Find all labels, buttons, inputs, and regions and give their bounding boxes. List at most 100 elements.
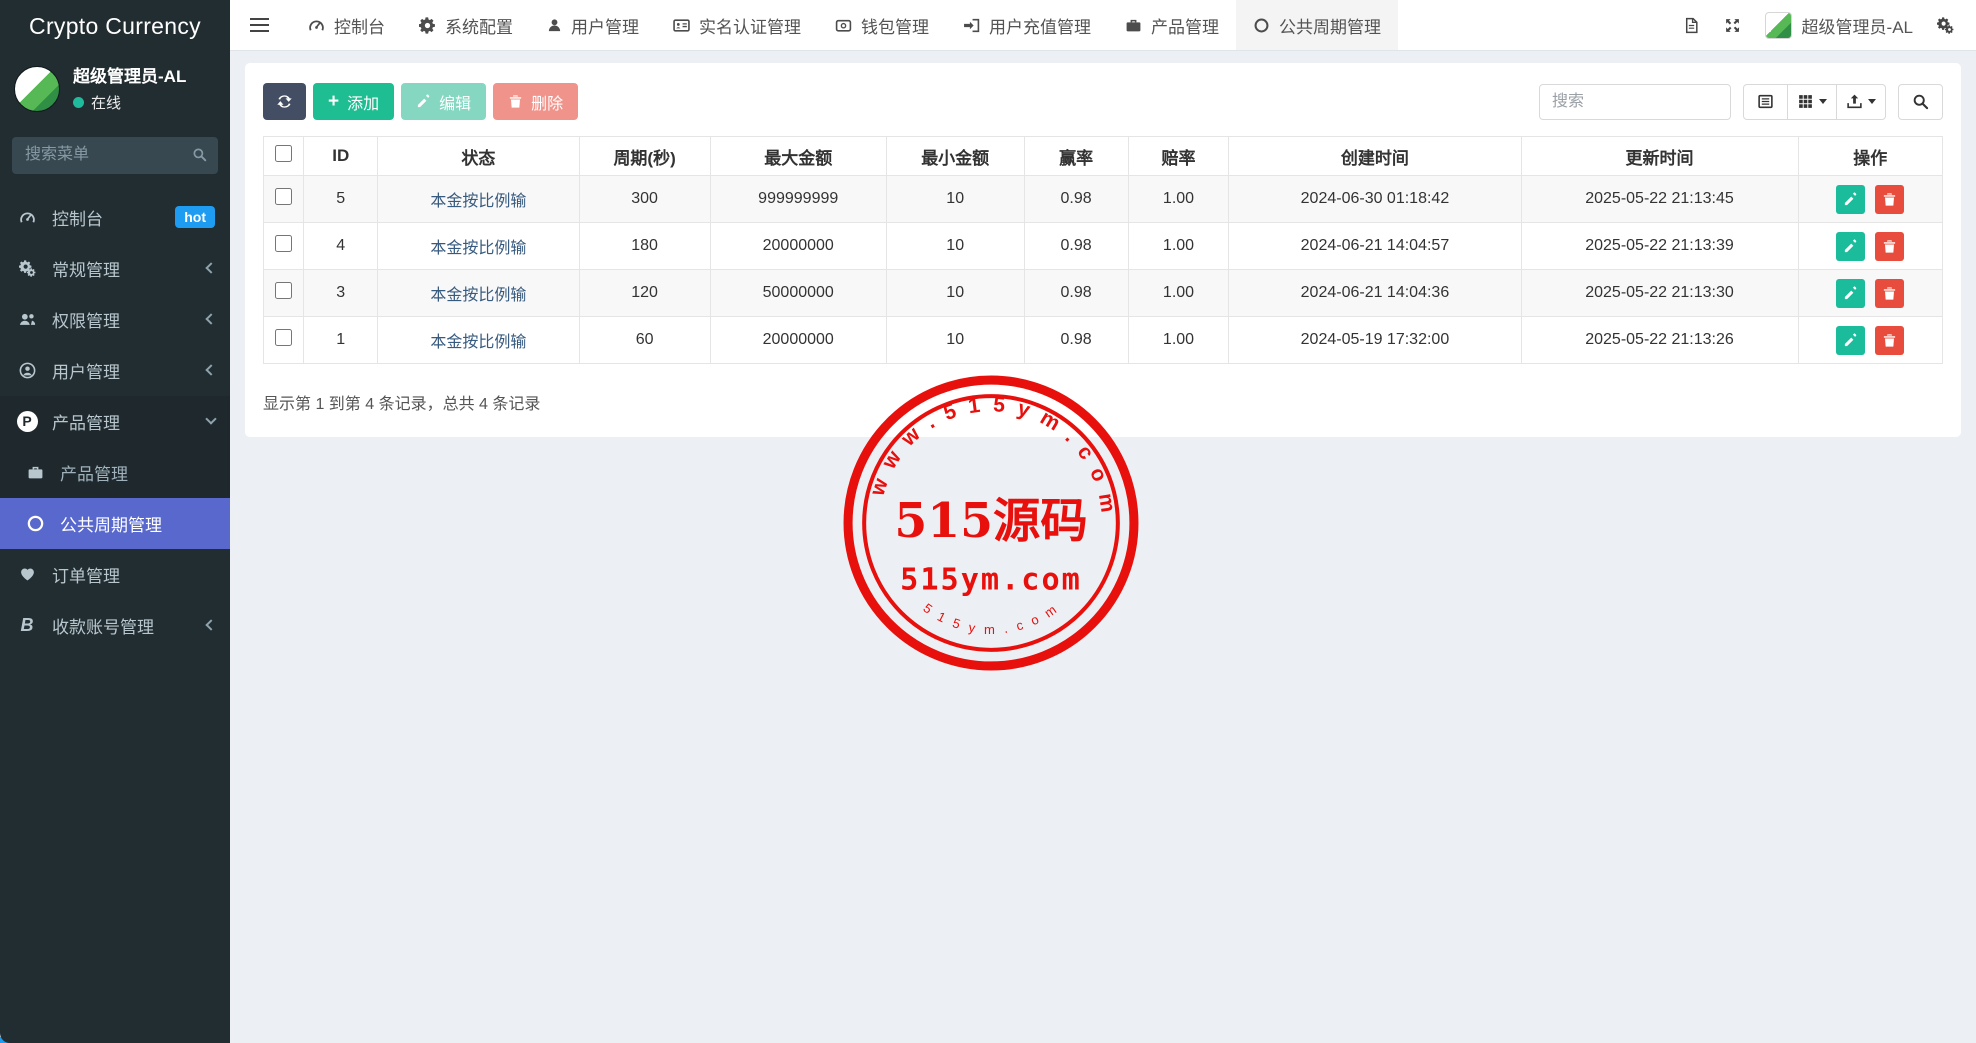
col-header-status: 状态 bbox=[377, 136, 580, 176]
status-label: 本金按比例输 bbox=[377, 175, 580, 223]
cogs-icon bbox=[15, 260, 39, 277]
edit-button[interactable]: 编辑 bbox=[401, 83, 487, 120]
columns-button[interactable] bbox=[1788, 83, 1837, 120]
delete-button[interactable]: 删除 bbox=[493, 83, 579, 120]
tab-public-cycle[interactable]: 公共周期管理 bbox=[1236, 0, 1398, 50]
trash-icon bbox=[1882, 333, 1897, 348]
user-panel: 超级管理员-AL 在线 bbox=[0, 52, 230, 123]
sidebar-item-general[interactable]: 常规管理 bbox=[0, 243, 230, 294]
wallet-icon bbox=[835, 17, 852, 34]
cycle-table: ID 状态 周期(秒) 最大金额 最小金额 赢率 赔率 创建时间 更新时间 操作 bbox=[262, 136, 1944, 364]
sidebar-search bbox=[12, 136, 218, 174]
row-checkbox[interactable] bbox=[275, 282, 293, 299]
export-button[interactable] bbox=[1837, 83, 1886, 120]
pagination-toggle-button[interactable] bbox=[1743, 83, 1788, 120]
col-header-updated: 更新时间 bbox=[1520, 136, 1799, 176]
fullscreen-button[interactable] bbox=[1724, 17, 1741, 34]
sidebar-item-users[interactable]: 用户管理 bbox=[0, 345, 230, 396]
toolbar-right bbox=[1539, 83, 1943, 120]
circle-icon bbox=[23, 514, 47, 533]
sidebar: Crypto Currency 超级管理员-AL 在线 控制台 hot 常规管理… bbox=[0, 0, 230, 1043]
user-menu[interactable]: 超级管理员-AL bbox=[1764, 11, 1913, 39]
briefcase-icon bbox=[1125, 17, 1142, 34]
cogs-icon bbox=[1937, 17, 1954, 34]
chevron-left-icon bbox=[205, 262, 217, 275]
tab-wallet[interactable]: 钱包管理 bbox=[818, 0, 946, 50]
stamp-center-text: 515源码 bbox=[894, 494, 1087, 549]
navbar-right: 超级管理员-AL bbox=[1683, 0, 1976, 50]
menu-search-input[interactable] bbox=[12, 136, 218, 174]
col-header-select bbox=[262, 136, 305, 176]
row-delete-button[interactable] bbox=[1875, 278, 1905, 308]
dashboard-icon bbox=[308, 17, 325, 34]
stamp-domain-text: 515ym.com bbox=[900, 562, 1082, 597]
pencil-icon bbox=[1843, 239, 1858, 254]
sidebar-item-payment-accounts[interactable]: B 收款账号管理 bbox=[0, 600, 230, 651]
row-checkbox[interactable] bbox=[275, 188, 293, 205]
settings-button[interactable] bbox=[1937, 17, 1954, 34]
pencil-icon bbox=[1843, 192, 1858, 207]
sidebar-item-dashboard[interactable]: 控制台 hot bbox=[0, 192, 230, 243]
tab-dashboard[interactable]: 控制台 bbox=[291, 0, 402, 50]
row-checkbox[interactable] bbox=[275, 329, 293, 346]
chevron-left-icon bbox=[205, 364, 217, 377]
col-header-odds: 赔率 bbox=[1127, 136, 1230, 176]
sidebar-subitem-public-cycle[interactable]: 公共周期管理 bbox=[0, 497, 230, 549]
add-button[interactable]: + 添加 bbox=[313, 83, 395, 120]
sidebar-item-orders[interactable]: 订单管理 bbox=[0, 549, 230, 600]
clear-cache-button[interactable] bbox=[1683, 17, 1700, 34]
col-header-win: 赢率 bbox=[1023, 136, 1129, 176]
table-search-input[interactable] bbox=[1539, 83, 1731, 120]
row-edit-button[interactable] bbox=[1836, 278, 1866, 308]
tab-user-management[interactable]: 用户管理 bbox=[530, 0, 656, 50]
row-checkbox[interactable] bbox=[275, 235, 293, 252]
table-row: 1 本金按比例输 60 20000000 10 0.98 1.00 2024-0… bbox=[262, 316, 1944, 364]
user-status: 在线 bbox=[73, 92, 186, 113]
table-view-controls bbox=[1743, 83, 1886, 120]
app-logo[interactable]: Crypto Currency bbox=[0, 0, 230, 52]
refresh-button[interactable] bbox=[263, 83, 306, 120]
circle-icon bbox=[1253, 17, 1270, 34]
col-header-min: 最小金额 bbox=[885, 136, 1025, 176]
search-button[interactable] bbox=[1898, 83, 1943, 120]
sidebar-item-products[interactable]: P 产品管理 bbox=[0, 396, 230, 447]
sidebar-subitem-products[interactable]: 产品管理 bbox=[0, 447, 230, 498]
product-p-icon: P bbox=[15, 410, 39, 432]
hamburger-icon bbox=[250, 18, 269, 31]
briefcase-icon bbox=[23, 464, 47, 481]
tab-user-recharge[interactable]: 用户充值管理 bbox=[946, 0, 1108, 50]
status-label: 本金按比例输 bbox=[377, 316, 580, 364]
table-toolbar: + 添加 编辑 删除 bbox=[263, 83, 1943, 120]
caret-down-icon bbox=[1819, 99, 1827, 104]
user-name: 超级管理员-AL bbox=[73, 67, 187, 86]
dashboard-icon bbox=[15, 209, 39, 226]
row-delete-button[interactable] bbox=[1875, 231, 1905, 261]
col-header-actions: 操作 bbox=[1797, 136, 1944, 176]
table-header-row: ID 状态 周期(秒) 最大金额 最小金额 赢率 赔率 创建时间 更新时间 操作 bbox=[262, 136, 1944, 176]
chevron-left-icon bbox=[205, 619, 217, 632]
row-edit-button[interactable] bbox=[1836, 231, 1866, 261]
col-header-max: 最大金额 bbox=[709, 136, 887, 176]
sidebar-toggle-button[interactable] bbox=[230, 0, 291, 50]
search-icon[interactable] bbox=[192, 147, 207, 162]
tab-realname-auth[interactable]: 实名认证管理 bbox=[656, 0, 818, 50]
trash-icon bbox=[1882, 286, 1897, 301]
row-edit-button[interactable] bbox=[1836, 325, 1866, 355]
trash-icon bbox=[1882, 192, 1897, 207]
avatar bbox=[14, 66, 60, 113]
sidebar-item-permissions[interactable]: 权限管理 bbox=[0, 294, 230, 345]
select-all-checkbox[interactable] bbox=[275, 145, 293, 162]
table-row: 3 本金按比例输 120 50000000 10 0.98 1.00 2024-… bbox=[262, 269, 1944, 317]
tab-products[interactable]: 产品管理 bbox=[1108, 0, 1236, 50]
row-edit-button[interactable] bbox=[1836, 184, 1866, 214]
gear-icon bbox=[419, 17, 436, 34]
watermark-stamp: w w w . 5 1 5 y m . c o m 515源码 515ym.co… bbox=[843, 375, 1139, 671]
row-delete-button[interactable] bbox=[1875, 325, 1905, 355]
row-delete-button[interactable] bbox=[1875, 184, 1905, 214]
trash-icon bbox=[1882, 239, 1897, 254]
stamp-arc-bottom-text: 5 1 5 y m . c o m bbox=[920, 600, 1058, 637]
hot-badge: hot bbox=[175, 206, 215, 229]
tab-system-config[interactable]: 系统配置 bbox=[402, 0, 530, 50]
status-label: 本金按比例输 bbox=[377, 269, 580, 317]
table-row: 4 本金按比例输 180 20000000 10 0.98 1.00 2024-… bbox=[262, 222, 1944, 270]
